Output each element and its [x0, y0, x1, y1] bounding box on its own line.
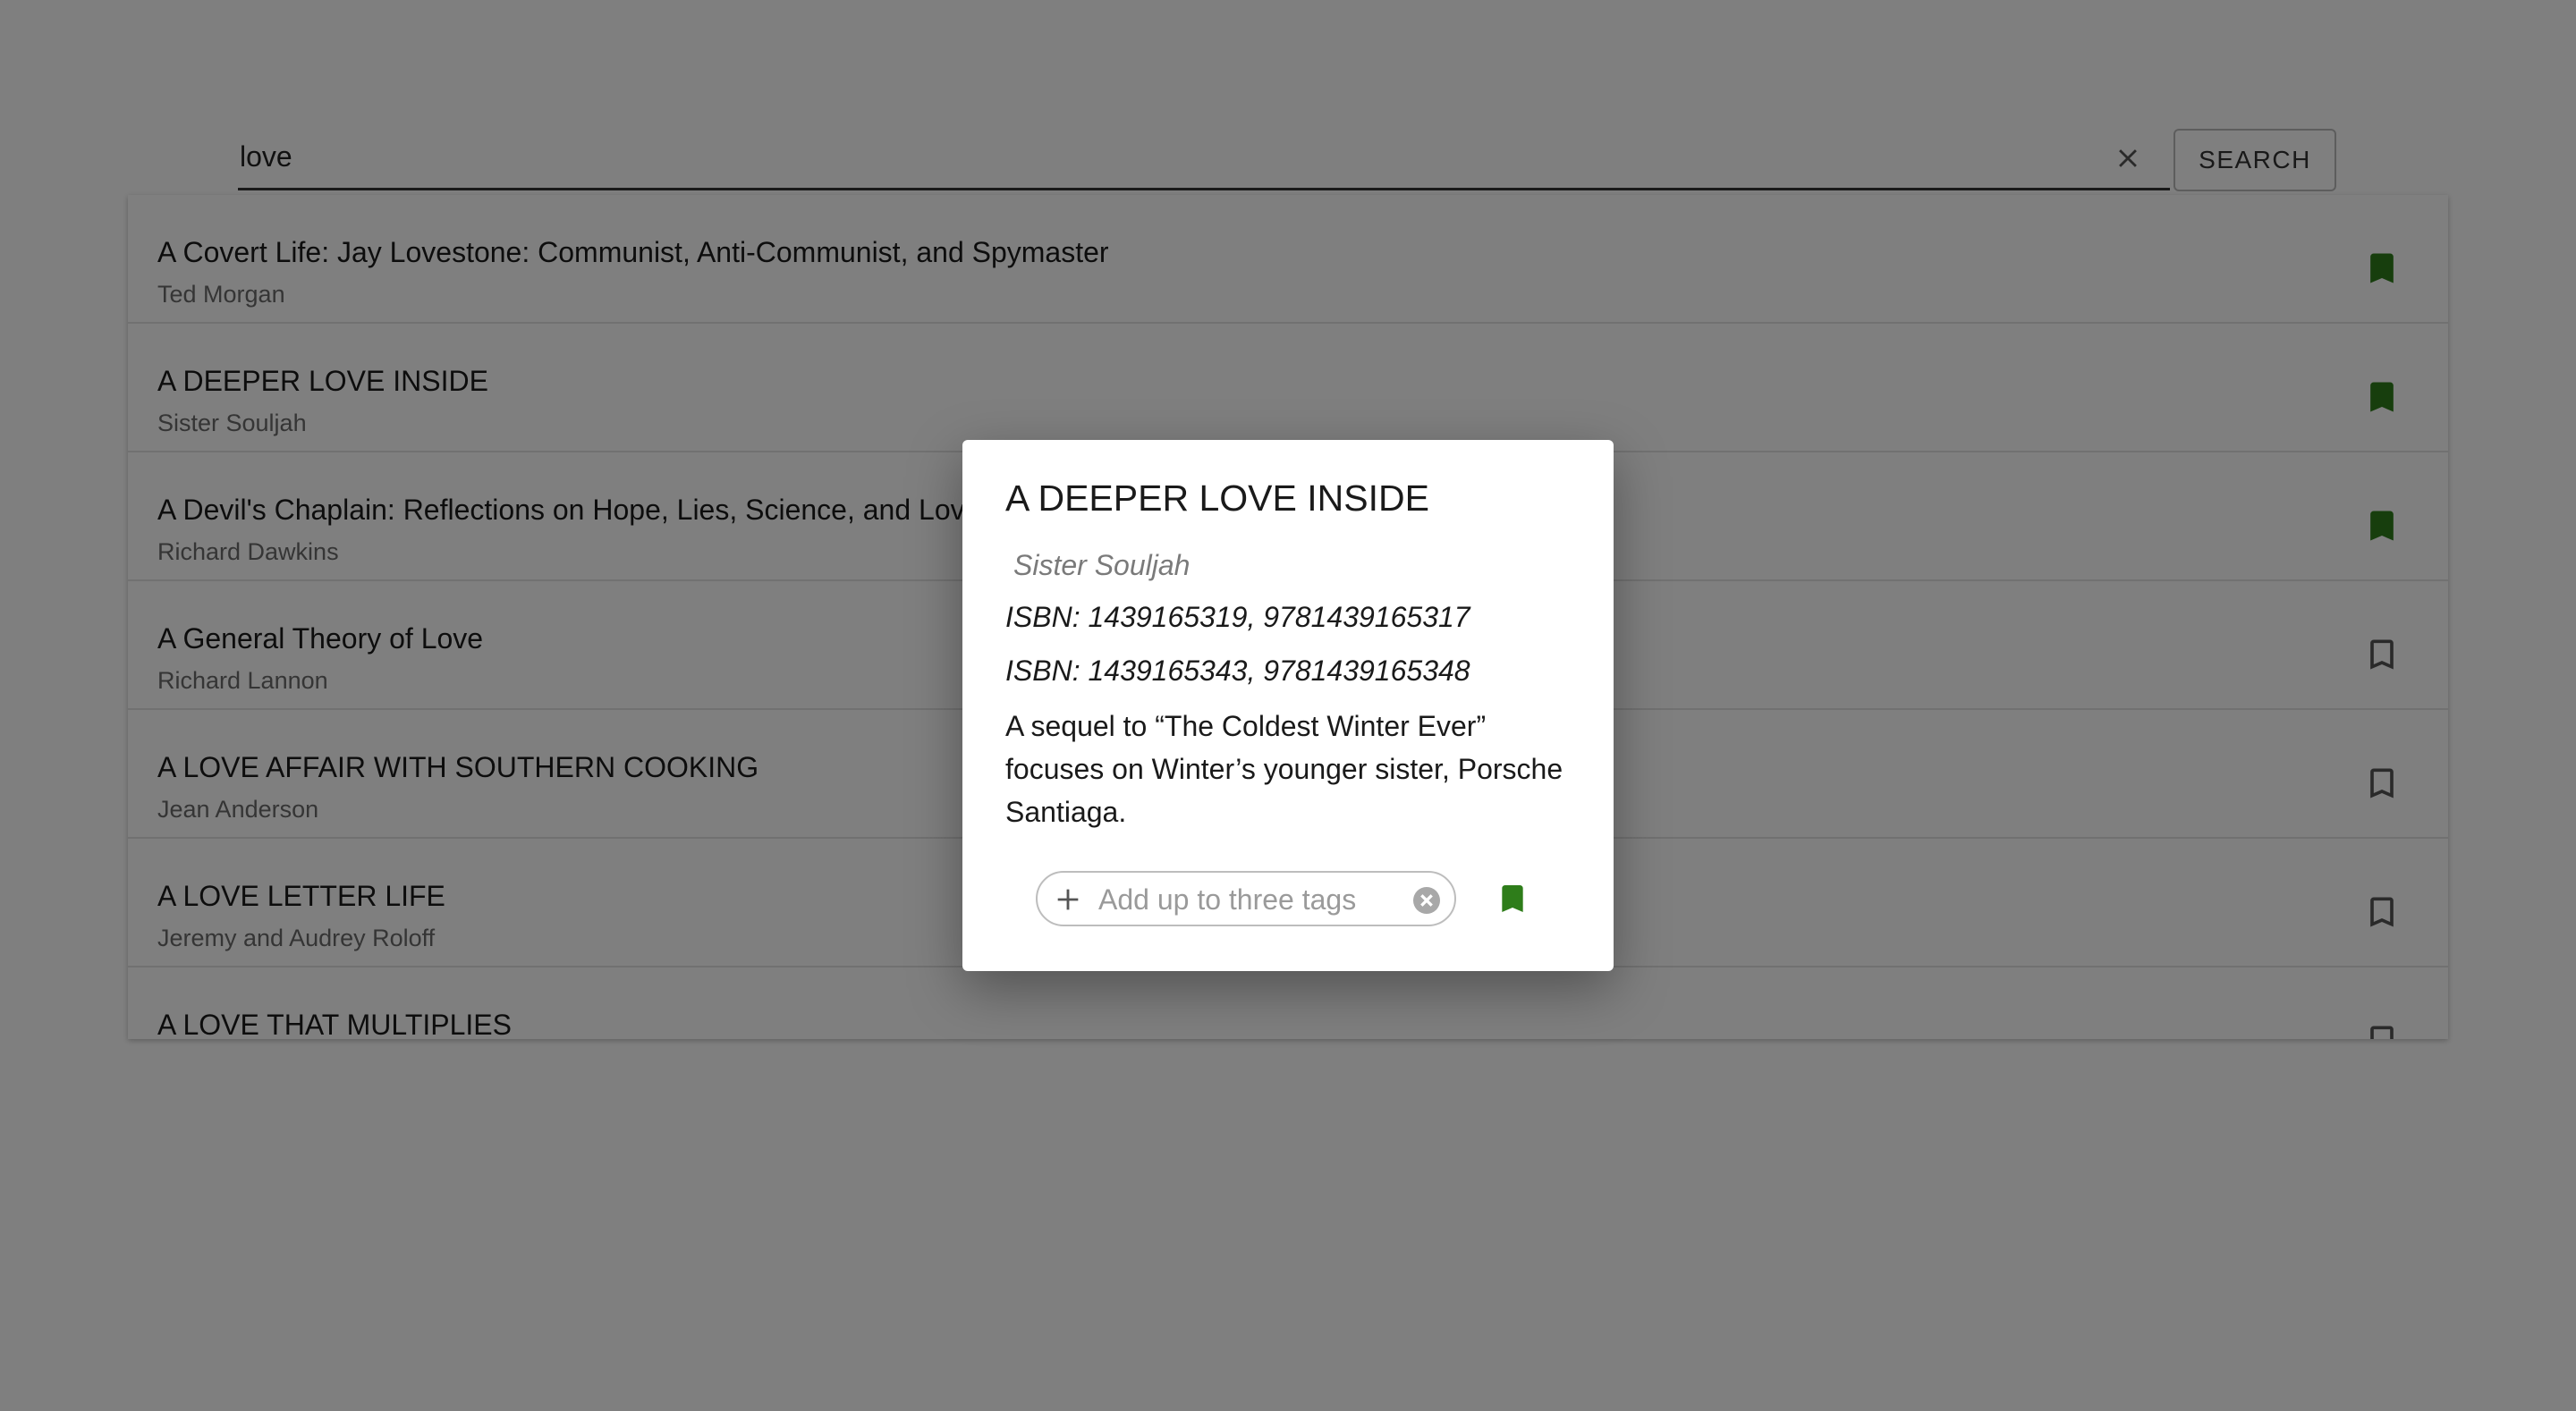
bookmark-filled-icon: [1502, 885, 1523, 912]
cancel-circle-icon: [1413, 887, 1440, 914]
add-tag-button[interactable]: [1052, 883, 1084, 916]
dialog-isbn: ISBN: 1439165319, 9781439165317: [1005, 601, 1470, 633]
clear-tag-button[interactable]: [1410, 883, 1444, 917]
tag-input-chip: [1036, 871, 1456, 926]
plus-icon: [1057, 889, 1079, 910]
book-detail-dialog: A DEEPER LOVE INSIDE Sister Souljah ISBN…: [962, 440, 1614, 971]
dialog-title: A DEEPER LOVE INSIDE: [1005, 477, 1429, 519]
dialog-isbn: ISBN: 1439165343, 9781439165348: [1005, 655, 1470, 687]
dialog-author: Sister Souljah: [1013, 549, 1191, 581]
dialog-description: A sequel to “The Coldest Winter Ever” fo…: [1005, 710, 1563, 828]
tag-input[interactable]: [1098, 882, 1385, 917]
dialog-bookmark-toggle[interactable]: [1490, 876, 1535, 921]
